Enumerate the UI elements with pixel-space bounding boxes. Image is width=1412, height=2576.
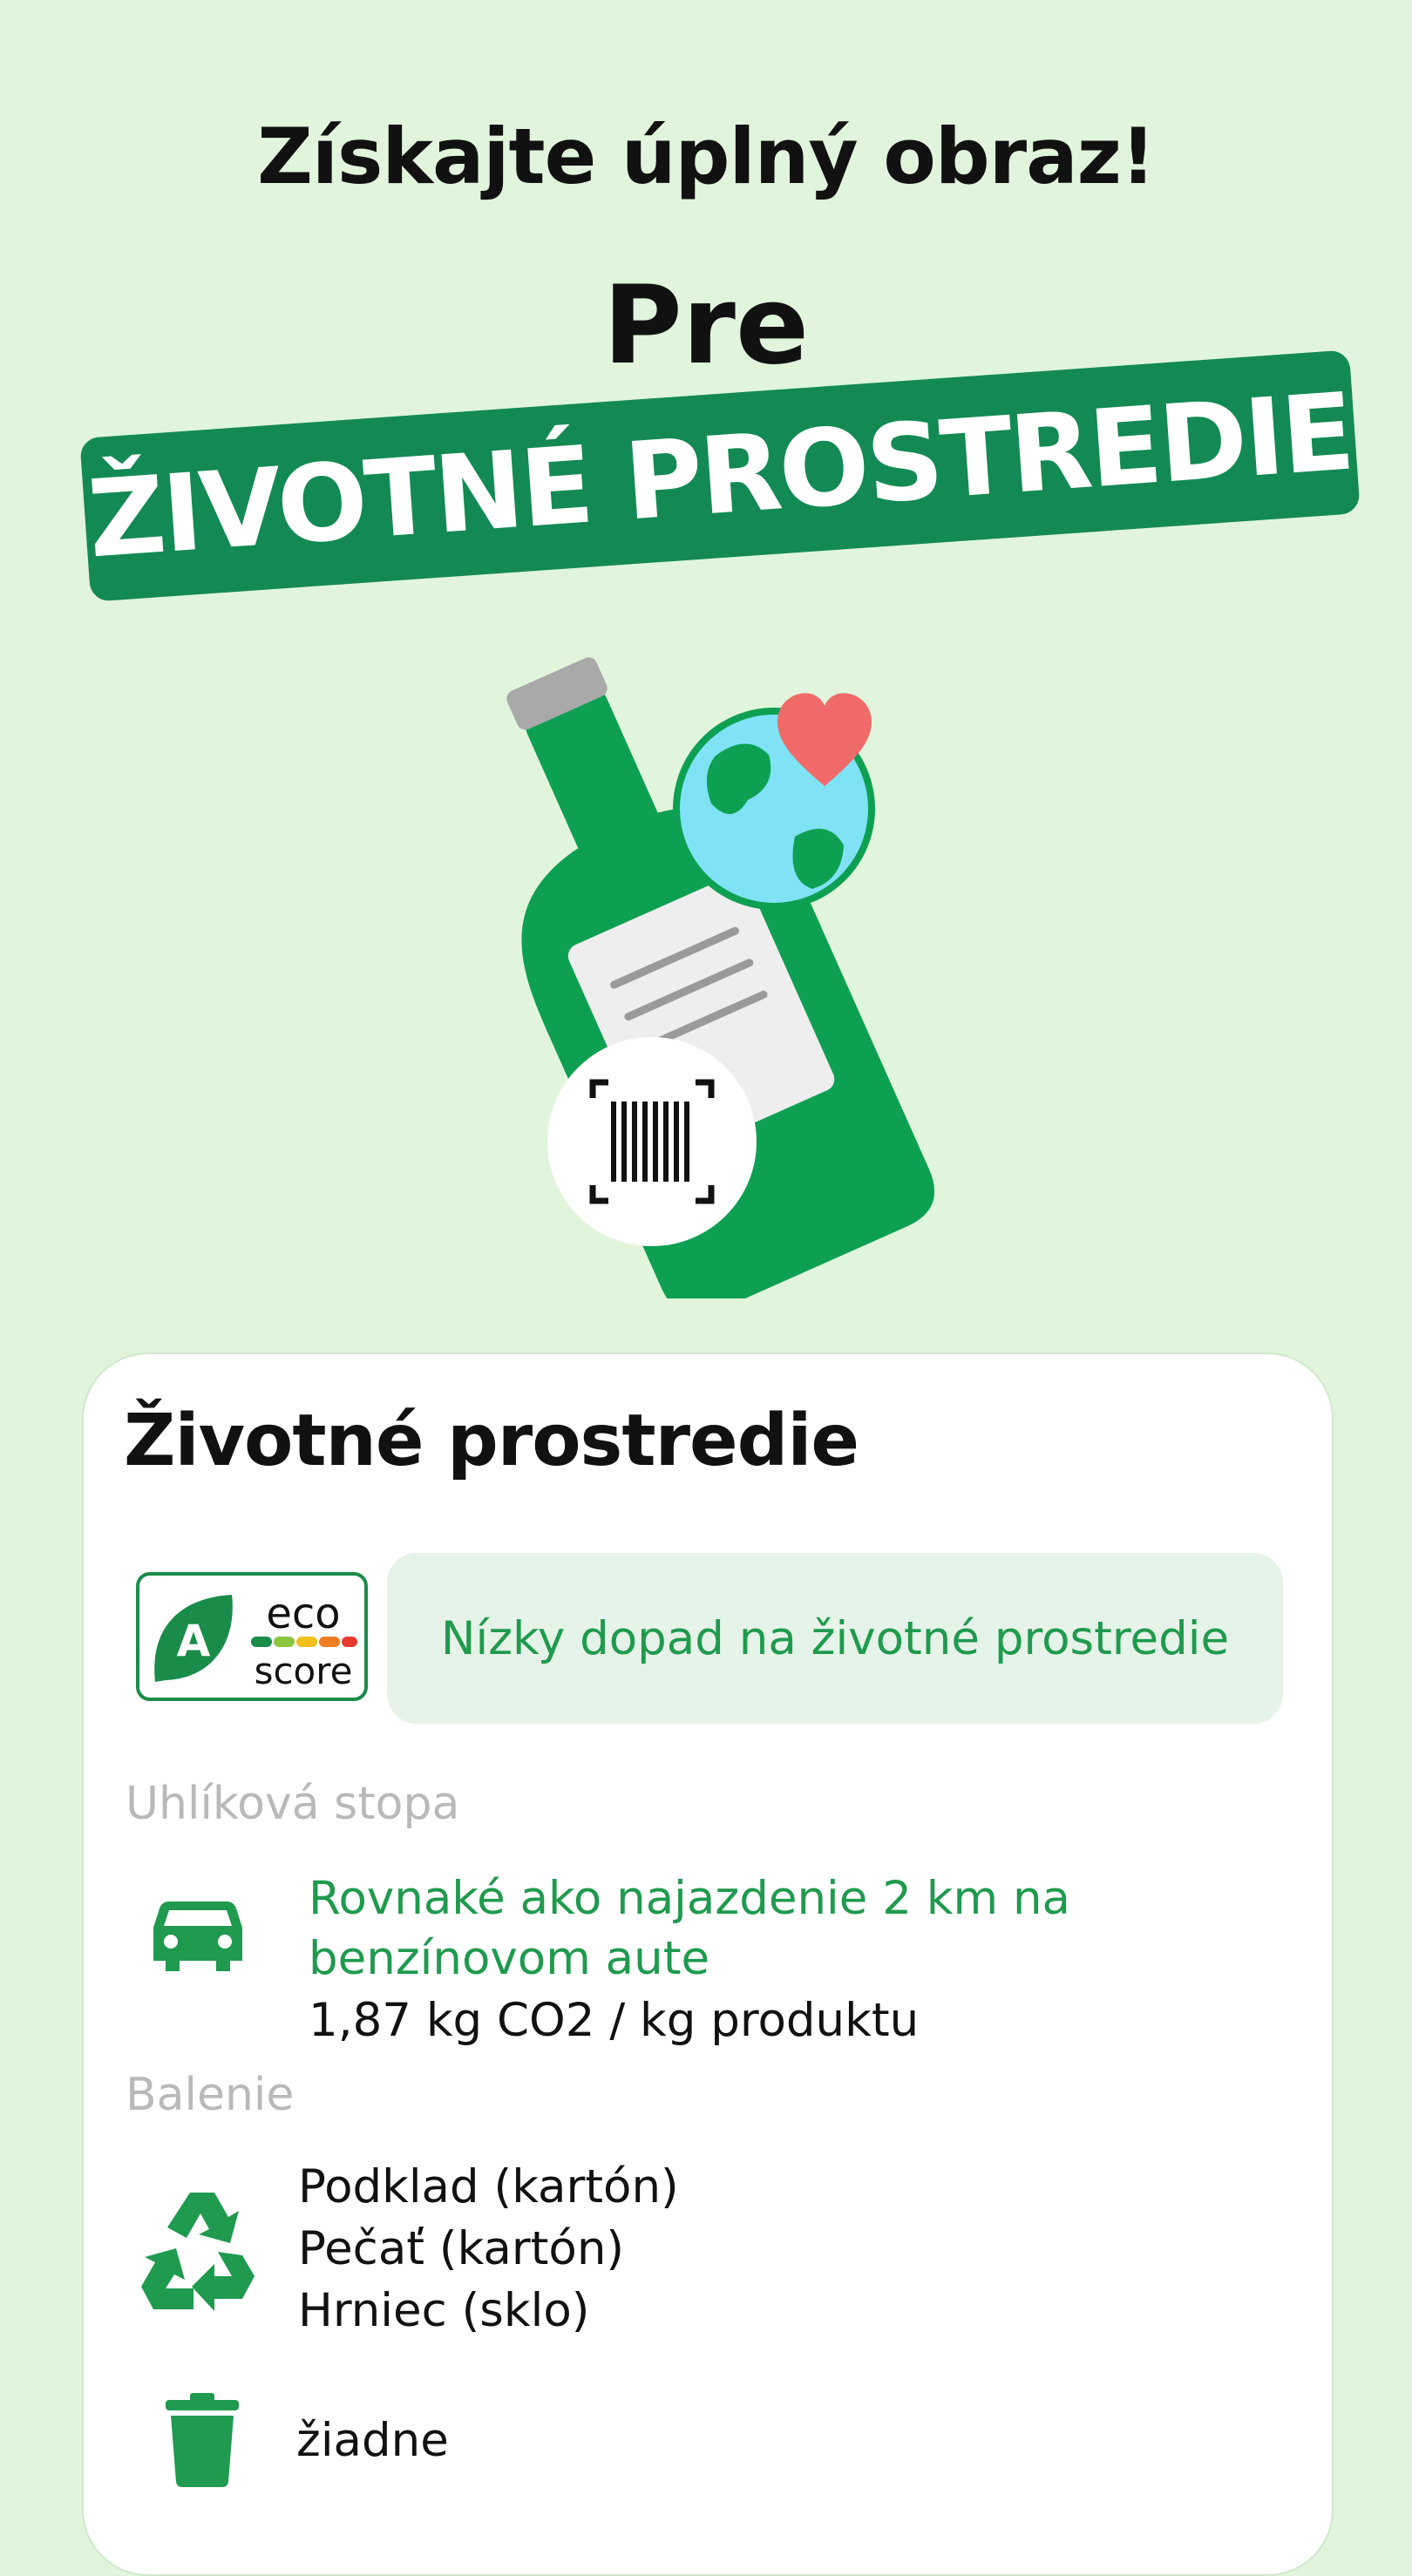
environment-card: Životné prostredie A eco score Nízky dop…: [82, 1352, 1334, 2576]
svg-text:A: A: [177, 1616, 211, 1666]
banner-text: ŽIVOTNÉ PROSTREDIE: [84, 369, 1356, 582]
impact-text: Nízky dopad na životné prostredie: [440, 1611, 1230, 1665]
packaging-item: Podklad (kartón): [298, 2160, 679, 2213]
eco-score-logo: A eco score: [136, 1572, 368, 1701]
carbon-equivalent-line1: Rovnaké ako najazdenie 2 km na: [309, 1872, 1071, 1925]
trash-value: žiadne: [296, 2414, 449, 2467]
packaging-list: Podklad (kartón) Pečať (kartón) Hrniec (…: [298, 2156, 679, 2342]
svg-text:eco: eco: [266, 1590, 340, 1638]
car-icon: [153, 1901, 242, 1971]
carbon-value: 1,87 kg CO2 / kg produktu: [309, 1994, 920, 2047]
packaging-item: Hrniec (sklo): [298, 2284, 590, 2337]
bottle-illustration: [506, 657, 935, 1298]
recycle-icon: [141, 2193, 255, 2311]
barcode-scan-icon: [547, 1037, 757, 1246]
carbon-footprint-info: Rovnaké ako najazdenie 2 km na benzínovo…: [309, 1868, 1267, 2053]
impact-badge: Nízky dopad na životné prostredie: [387, 1553, 1283, 1724]
svg-text:score: score: [255, 1650, 353, 1692]
carbon-equivalent-line2: benzínovom aute: [309, 1932, 710, 1985]
carbon-footprint-label: Uhlíková stopa: [126, 1778, 460, 1830]
headline: Získajte úplný obraz!: [257, 112, 1156, 201]
trash-icon: [166, 2393, 239, 2487]
packaging-label: Balenie: [126, 2069, 295, 2121]
packaging-item: Pečať (kartón): [298, 2222, 625, 2275]
card-title: Životné prostredie: [124, 1400, 859, 1482]
